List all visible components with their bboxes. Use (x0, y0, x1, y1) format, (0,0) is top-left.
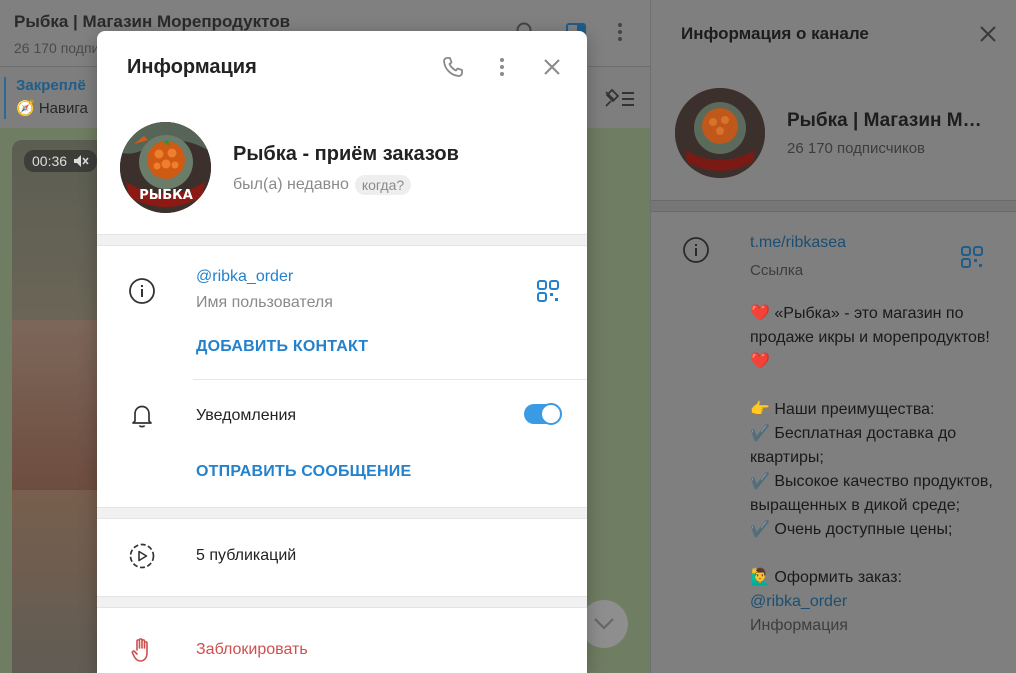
pinned-accent (4, 77, 6, 119)
more-icon[interactable] (489, 54, 515, 80)
description-gap (750, 542, 1000, 566)
when-button[interactable]: когда? (354, 175, 412, 195)
chevron-down-icon (593, 617, 615, 631)
more-icon[interactable] (608, 20, 632, 44)
description-label: Информация (750, 617, 848, 634)
send-message-button[interactable]: ОТПРАВИТЬ СООБЩЕНИЕ (196, 463, 411, 481)
notifications-section: Уведомления ОТПРАВИТЬ СООБЩЕНИЕ (97, 379, 587, 507)
add-contact-button[interactable]: ДОБАВИТЬ КОНТАКТ (196, 338, 368, 356)
scroll-down-button[interactable] (580, 600, 628, 648)
channel-subscribers: 26 170 подписчиков (787, 140, 926, 157)
user-profile: РЫБКА Рыбка - приём заказов был(а) недав… (97, 101, 587, 234)
section-divider (97, 507, 587, 519)
block-button[interactable]: Заблокировать (196, 641, 308, 659)
channel-info-panel: Информация о канале Рыбка | Магазин М… 2… (650, 0, 1016, 673)
username-section: @ribka_order Имя пользователя ДОБАВИТЬ К… (97, 246, 587, 380)
section-divider (97, 596, 587, 608)
notifications-toggle[interactable] (524, 403, 562, 425)
chat-title: Рыбка | Магазин Морепродуктов (14, 12, 291, 31)
block-row[interactable]: Заблокировать (97, 608, 587, 673)
channel-description: ❤️ «Рыбка» - это магазин по продаже икры… (750, 302, 1000, 638)
description-line: ❤️ «Рыбка» - это магазин по продаже икры… (750, 305, 990, 370)
close-icon[interactable] (978, 24, 998, 44)
channel-avatar[interactable] (675, 88, 765, 178)
modal-title: Информация (127, 56, 257, 78)
channel-link[interactable]: t.me/ribkasea (750, 234, 846, 252)
description-gap (750, 374, 1000, 398)
description-line: 👉 Наши преимущества: (750, 401, 935, 418)
avatar-text: РЫБКА (139, 188, 193, 203)
posts-count: 5 публикаций (196, 547, 297, 564)
section-divider (651, 200, 1016, 212)
toggle-knob (540, 403, 562, 425)
video-time-text: 00:36 (32, 153, 68, 169)
section-divider (97, 234, 587, 246)
channel-link-label: Ссылка (750, 262, 804, 279)
bell-icon (127, 401, 157, 431)
phone-icon[interactable] (440, 54, 466, 80)
video-time: 00:36 (24, 150, 98, 172)
info-icon (682, 236, 710, 264)
profile-name: Рыбка - приём заказов (233, 143, 459, 165)
channel-info-header: Информация о канале (651, 0, 1016, 66)
hand-stop-icon (127, 635, 157, 665)
username-label: Имя пользователя (196, 294, 333, 311)
qr-code-icon[interactable] (537, 280, 559, 302)
channel-name: Рыбка | Магазин М… (787, 110, 982, 131)
last-seen-text: был(а) недавно (233, 176, 349, 193)
mute-icon[interactable] (73, 154, 89, 168)
channel-info-title: Информация о канале (681, 24, 869, 43)
order-mention-link[interactable]: @ribka_order (750, 590, 1000, 614)
pinned-title: Закреплё (16, 77, 86, 94)
close-icon[interactable] (539, 54, 565, 80)
description-line: ✔️ Высокое качество продуктов, выращенны… (750, 473, 993, 514)
posts-row[interactable]: 5 публикаций (97, 519, 587, 596)
qr-code-icon[interactable] (961, 246, 983, 268)
description-line: ✔️ Бесплатная доставка до квартиры; (750, 425, 957, 466)
channel-profile: Рыбка | Магазин М… 26 170 подписчиков (675, 88, 1015, 180)
username-link[interactable]: @ribka_order (196, 268, 293, 286)
description-line: 🙋‍♂️ Оформить заказ: (750, 569, 902, 586)
modal-header: Информация (97, 31, 587, 101)
description-line: ✔️ Очень доступные цены; (750, 521, 953, 538)
info-icon (127, 276, 157, 306)
notifications-label: Уведомления (196, 407, 297, 424)
pinned-text: 🧭 Навига (16, 100, 88, 117)
avatar[interactable]: РЫБКА (120, 122, 211, 213)
stories-icon (127, 541, 157, 571)
profile-status: был(а) недавно когда? (233, 175, 412, 195)
pinned-list-icon[interactable] (602, 88, 636, 110)
user-info-modal: Информация РЫБКА Рыбка - приём заказов б… (97, 31, 587, 673)
